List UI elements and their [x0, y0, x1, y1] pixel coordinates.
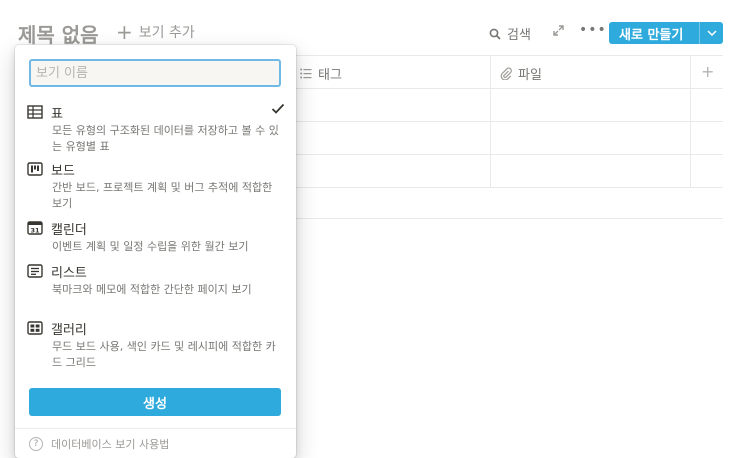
list-icon: [300, 68, 312, 79]
add-column-button[interactable]: +: [701, 62, 714, 81]
new-button[interactable]: 새로 만들기: [609, 22, 723, 44]
table-icon: [27, 105, 43, 119]
add-view-label: 보기 추가: [138, 25, 195, 41]
column-header-files[interactable]: 파일: [500, 64, 542, 83]
column-label: 파일: [518, 68, 542, 83]
view-option-list[interactable]: 리스트 북마크와 메모에 적합한 간단한 페이지 보기: [27, 262, 289, 298]
list-view-icon: [27, 264, 43, 278]
search-icon: [489, 28, 501, 40]
gallery-icon: [27, 321, 43, 335]
create-view-button[interactable]: 생성: [29, 388, 281, 416]
search-button[interactable]: 검색: [489, 24, 531, 43]
plus-icon: +: [116, 20, 133, 44]
view-option-name: 갤러리: [51, 322, 87, 338]
popup-divider: [15, 428, 296, 429]
view-option-gallery[interactable]: 갤러리 무드 보드 사용, 색인 카드 및 레시피에 적합한 카드 그리드: [27, 319, 289, 371]
view-option-name: 캘린더: [51, 222, 87, 238]
view-option-name: 리스트: [51, 265, 87, 281]
paperclip-icon: [500, 67, 512, 80]
column-divider: [490, 55, 491, 187]
calendar-icon-text: 31: [30, 227, 40, 235]
view-option-description: 북마크와 메모에 적합한 간단한 페이지 보기: [52, 283, 252, 296]
view-option-description: 간반 보드, 프로젝트 계획 및 버그 추적에 적합한 보기: [52, 181, 273, 210]
help-icon: ?: [29, 437, 43, 451]
view-option-name: 보드: [51, 163, 75, 179]
expand-icon[interactable]: [552, 24, 565, 37]
column-divider: [690, 55, 691, 187]
view-name-input[interactable]: [29, 59, 281, 87]
calendar-icon: 31: [27, 221, 43, 235]
page-title[interactable]: 제목 없음: [18, 19, 99, 48]
view-option-name: 표: [51, 106, 63, 122]
search-label: 검색: [507, 28, 531, 43]
view-option-board[interactable]: 보드 간반 보드, 프로젝트 계획 및 버그 추적에 적합한 보기: [27, 160, 289, 212]
add-view-button[interactable]: + 보기 추가: [116, 22, 195, 42]
new-button-label: 새로 만들기: [619, 27, 684, 43]
column-label: 태그: [318, 68, 342, 83]
view-option-description: 모든 유형의 구조화된 데이터를 저장하고 볼 수 있는 유형별 표: [52, 124, 279, 153]
checkmark-icon: [271, 103, 285, 115]
more-options-icon[interactable]: •••: [579, 22, 607, 38]
view-option-table[interactable]: 표 모든 유형의 구조화된 데이터를 저장하고 볼 수 있는 유형별 표: [27, 103, 289, 155]
help-label: 데이터베이스 보기 사용법: [51, 438, 170, 451]
board-icon: [27, 162, 43, 176]
view-option-description: 무드 보드 사용, 색인 카드 및 레시피에 적합한 카드 그리드: [52, 340, 276, 369]
column-header-tags[interactable]: 태그: [300, 64, 342, 83]
view-option-calendar[interactable]: 31 캘린더 이벤트 계획 및 일정 수립을 위한 월간 보기: [27, 219, 289, 255]
help-link[interactable]: ? 데이터베이스 보기 사용법: [29, 436, 169, 452]
chevron-down-icon[interactable]: [700, 30, 723, 36]
add-view-popup: 표 모든 유형의 구조화된 데이터를 저장하고 볼 수 있는 유형별 표 보드 …: [15, 45, 296, 458]
view-option-description: 이벤트 계획 및 일정 수립을 위한 월간 보기: [52, 240, 249, 253]
